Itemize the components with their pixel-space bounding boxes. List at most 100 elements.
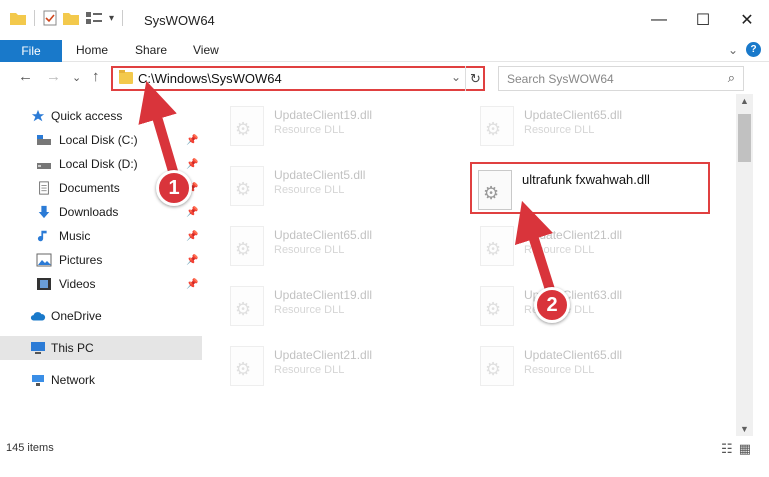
file-name: UpdateClient19.dll bbox=[274, 108, 373, 122]
sidebar-item-videos[interactable]: Videos 📌 bbox=[0, 272, 202, 296]
sidebar-item-label: Music bbox=[59, 229, 91, 243]
minimize-button[interactable]: — bbox=[637, 0, 681, 40]
sidebar-item-network[interactable]: Network bbox=[0, 368, 202, 392]
pin-icon[interactable]: 📌 bbox=[186, 255, 198, 266]
pin-icon[interactable]: 📌 bbox=[186, 207, 198, 218]
large-icons-view-icon[interactable]: ▦ bbox=[739, 441, 751, 457]
title-bar: ▾ SysWOW64 — ☐ ✕ bbox=[0, 0, 769, 40]
properties-icon[interactable] bbox=[43, 10, 57, 26]
network-icon bbox=[32, 375, 44, 386]
sidebar-item-label: Local Disk (D:) bbox=[59, 157, 138, 171]
folder-icon[interactable] bbox=[10, 11, 26, 25]
tab-home[interactable]: Home bbox=[76, 43, 108, 57]
new-folder-icon[interactable] bbox=[63, 11, 79, 25]
file-type: Resource DLL bbox=[274, 364, 345, 376]
qat-dropdown-icon[interactable]: ▾ bbox=[109, 13, 114, 24]
dll-file-icon bbox=[230, 106, 264, 146]
sidebar-item-music[interactable]: Music 📌 bbox=[0, 224, 202, 248]
navigation-pane: Quick access Local Disk (C:) 📌 Local Dis… bbox=[0, 94, 202, 436]
file-item[interactable]: UpdateClient65.dll Resource DLL bbox=[474, 340, 714, 392]
search-input[interactable]: Search SysWOW64 ⌕ bbox=[498, 66, 744, 91]
dll-file-icon bbox=[480, 286, 514, 326]
sidebar-item-label: Documents bbox=[59, 181, 120, 195]
star-icon bbox=[31, 109, 45, 122]
window-controls: — ☐ ✕ bbox=[637, 0, 769, 40]
tab-file[interactable]: File bbox=[0, 40, 62, 62]
downloads-icon bbox=[38, 205, 50, 219]
file-item[interactable]: UpdateClient5.dll Resource DLL bbox=[224, 160, 464, 212]
onedrive-icon bbox=[30, 312, 46, 321]
file-item[interactable]: UpdateClient21.dll Resource DLL bbox=[474, 220, 714, 272]
tab-view[interactable]: View bbox=[193, 43, 219, 57]
dll-file-icon bbox=[230, 226, 264, 266]
file-type: Resource DLL bbox=[274, 124, 345, 136]
file-type: Resource DLL bbox=[274, 304, 345, 316]
drive-icon bbox=[37, 163, 51, 169]
sidebar-item-onedrive[interactable]: OneDrive bbox=[0, 304, 202, 328]
up-button[interactable]: ↑ bbox=[92, 68, 100, 85]
file-name: UpdateClient19.dll bbox=[274, 288, 373, 302]
pin-icon[interactable]: 📌 bbox=[186, 279, 198, 290]
file-name: UpdateClient65.dll bbox=[524, 348, 623, 362]
dll-file-icon bbox=[230, 286, 264, 326]
file-item[interactable]: UpdateClient65.dll Resource DLL bbox=[224, 220, 464, 272]
sidebar-item-label: Videos bbox=[59, 277, 96, 291]
search-icon[interactable]: ⌕ bbox=[728, 70, 735, 86]
pin-icon[interactable]: 📌 bbox=[186, 135, 198, 146]
item-count: 145 items bbox=[6, 442, 54, 454]
sidebar-item-label: Pictures bbox=[59, 253, 103, 267]
sidebar-item-this-pc[interactable]: This PC bbox=[0, 336, 202, 360]
pin-icon[interactable]: 📌 bbox=[186, 231, 198, 242]
help-icon[interactable]: ? bbox=[746, 42, 761, 57]
view-buttons: ☷ ▦ bbox=[721, 441, 751, 457]
computer-icon bbox=[31, 342, 45, 354]
sidebar-item-local-disk-c[interactable]: Local Disk (C:) 📌 bbox=[0, 128, 202, 152]
drive-icon bbox=[37, 135, 51, 145]
dll-file-icon bbox=[480, 346, 514, 386]
file-name: UpdateClient65.dll bbox=[524, 108, 623, 122]
status-bar: 145 items ☷ ▦ bbox=[0, 436, 769, 460]
music-icon bbox=[37, 230, 47, 242]
vertical-scrollbar[interactable]: ▲ ▼ bbox=[736, 94, 753, 436]
file-type: Resource DLL bbox=[524, 124, 595, 136]
folder-icon bbox=[119, 70, 133, 84]
scroll-up-icon[interactable]: ▲ bbox=[740, 96, 749, 106]
file-item[interactable]: UpdateClient65.dll Resource DLL bbox=[474, 100, 714, 152]
dll-file-icon bbox=[480, 106, 514, 146]
quick-access-toolbar: ▾ bbox=[10, 10, 125, 26]
file-list: UpdateClient19.dll Resource DLL UpdateCl… bbox=[202, 94, 736, 436]
tab-share[interactable]: Share bbox=[135, 43, 167, 57]
maximize-button[interactable]: ☐ bbox=[681, 0, 725, 40]
customize-icon[interactable] bbox=[85, 11, 103, 25]
address-path[interactable]: C:\Windows\SysWOW64 bbox=[138, 71, 282, 86]
file-type: Resource DLL bbox=[524, 364, 595, 376]
expand-ribbon-icon[interactable]: ⌄ bbox=[728, 43, 738, 57]
target-file-item[interactable]: ultrafunk fxwahwah.dll bbox=[470, 162, 710, 214]
sidebar-item-pictures[interactable]: Pictures 📌 bbox=[0, 248, 202, 272]
window-title: SysWOW64 bbox=[144, 13, 215, 28]
sidebar-item-label: Network bbox=[51, 373, 96, 387]
navigation-bar: ← → ⌄ ↑ C:\Windows\SysWOW64 ⌄ ↻ Search S… bbox=[0, 62, 769, 94]
sidebar-item-quick-access[interactable]: Quick access bbox=[0, 104, 202, 128]
close-button[interactable]: ✕ bbox=[725, 0, 769, 40]
refresh-button[interactable]: ↻ bbox=[465, 66, 485, 91]
file-item[interactable]: UpdateClient19.dll Resource DLL bbox=[224, 280, 464, 332]
file-item[interactable]: UpdateClient19.dll Resource DLL bbox=[224, 100, 464, 152]
pictures-icon bbox=[36, 253, 52, 267]
ribbon-tabs: File Home Share View ⌄ ? bbox=[0, 40, 769, 62]
recent-locations-button[interactable]: ⌄ bbox=[72, 71, 81, 84]
scroll-down-icon[interactable]: ▼ bbox=[740, 424, 749, 434]
file-type: Resource DLL bbox=[524, 244, 595, 256]
address-dropdown-icon[interactable]: ⌄ bbox=[451, 70, 461, 84]
file-item[interactable]: UpdateClient63.dll Resource DLL bbox=[474, 280, 714, 332]
back-button[interactable]: ← bbox=[18, 68, 33, 85]
sidebar-item-label: Quick access bbox=[51, 109, 123, 123]
address-bar[interactable]: C:\Windows\SysWOW64 ⌄ ↻ bbox=[111, 66, 485, 91]
file-name: ultrafunk fxwahwah.dll bbox=[522, 172, 650, 187]
forward-button[interactable]: → bbox=[46, 68, 61, 85]
file-item[interactable]: UpdateClient21.dll Resource DLL bbox=[224, 340, 464, 392]
scrollbar-thumb[interactable] bbox=[738, 114, 751, 162]
details-view-icon[interactable]: ☷ bbox=[721, 441, 733, 457]
step-2-badge: 2 bbox=[534, 287, 570, 323]
pin-icon[interactable]: 📌 bbox=[186, 159, 198, 170]
